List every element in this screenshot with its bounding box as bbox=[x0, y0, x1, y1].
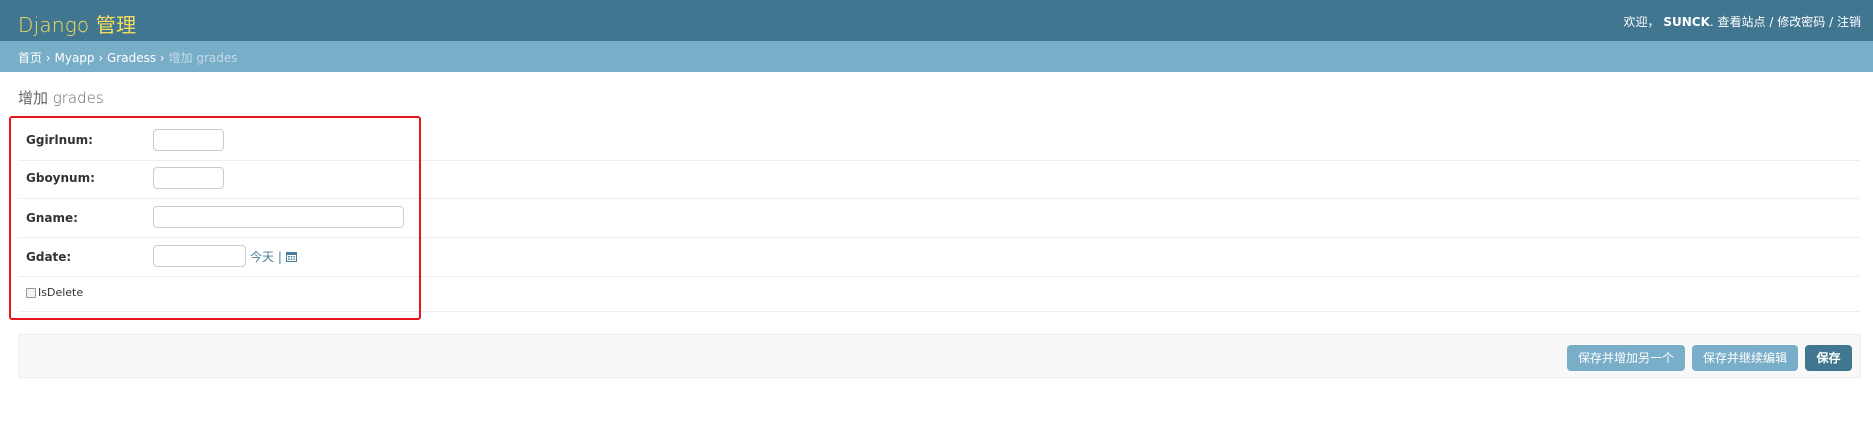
breadcrumb-separator: › bbox=[98, 51, 104, 65]
change-password-link[interactable]: 修改密码 bbox=[1777, 15, 1825, 29]
today-link[interactable]: 今天 bbox=[250, 250, 274, 264]
gdate-label: Gdate: bbox=[26, 250, 72, 264]
breadcrumb-app[interactable]: Myapp bbox=[54, 51, 94, 65]
breadcrumb: 首页 › Myapp › Gradess › 增加 grades bbox=[0, 41, 1873, 72]
user-tools: 欢迎， SUNCK. 查看站点 / 修改密码 / 注销 bbox=[1624, 13, 1862, 30]
save-and-continue-button[interactable]: 保存并继续编辑 bbox=[1692, 345, 1798, 371]
username: SUNCK bbox=[1663, 15, 1710, 29]
isdelete-checkbox[interactable] bbox=[26, 288, 36, 298]
gname-input[interactable] bbox=[153, 206, 404, 228]
gboynum-input[interactable] bbox=[153, 167, 224, 189]
save-button[interactable]: 保存 bbox=[1805, 345, 1852, 371]
isdelete-label: IsDelete bbox=[38, 286, 84, 299]
date-shortcut-divider: | bbox=[277, 250, 282, 264]
gboynum-label: Gboynum: bbox=[26, 171, 95, 185]
view-site-link[interactable]: 查看站点 bbox=[1718, 15, 1766, 29]
page-title: 增加 grades bbox=[18, 89, 104, 107]
ggirlnum-input[interactable] bbox=[153, 129, 224, 151]
user-tools-separator: / bbox=[1769, 15, 1774, 29]
site-title[interactable]: Django 管理 bbox=[18, 9, 136, 38]
welcome-period: . bbox=[1709, 15, 1714, 29]
logout-link[interactable]: 注销 bbox=[1837, 15, 1861, 29]
breadcrumb-current: 增加 grades bbox=[168, 51, 238, 65]
welcome-text: 欢迎， bbox=[1623, 15, 1660, 29]
calendar-icon[interactable] bbox=[285, 251, 297, 262]
date-shortcuts: 今天 | bbox=[250, 248, 297, 265]
form-row-gdate: Gdate: 今天 | bbox=[18, 237, 1860, 277]
breadcrumb-model[interactable]: Gradess bbox=[107, 51, 156, 65]
submit-row: 保存并增加另一个 保存并继续编辑 保存 bbox=[18, 334, 1861, 378]
save-and-add-another-button[interactable]: 保存并增加另一个 bbox=[1567, 345, 1685, 371]
form-row-ggirlnum: Ggirlnum: bbox=[18, 122, 1860, 161]
user-tools-separator: / bbox=[1829, 15, 1834, 29]
breadcrumb-home[interactable]: 首页 bbox=[18, 51, 42, 65]
header: Django 管理 欢迎， SUNCK. 查看站点 / 修改密码 / 注销 bbox=[0, 0, 1873, 41]
form-row-gname: Gname: bbox=[18, 198, 1860, 238]
gname-label: Gname: bbox=[26, 211, 78, 225]
form-row-gboynum: Gboynum: bbox=[18, 160, 1860, 199]
breadcrumb-separator: › bbox=[45, 51, 51, 65]
breadcrumb-separator: › bbox=[159, 51, 165, 65]
form-row-isdelete: IsDelete bbox=[18, 276, 1860, 312]
ggirlnum-label: Ggirlnum: bbox=[26, 133, 93, 147]
gdate-input[interactable] bbox=[153, 245, 246, 267]
